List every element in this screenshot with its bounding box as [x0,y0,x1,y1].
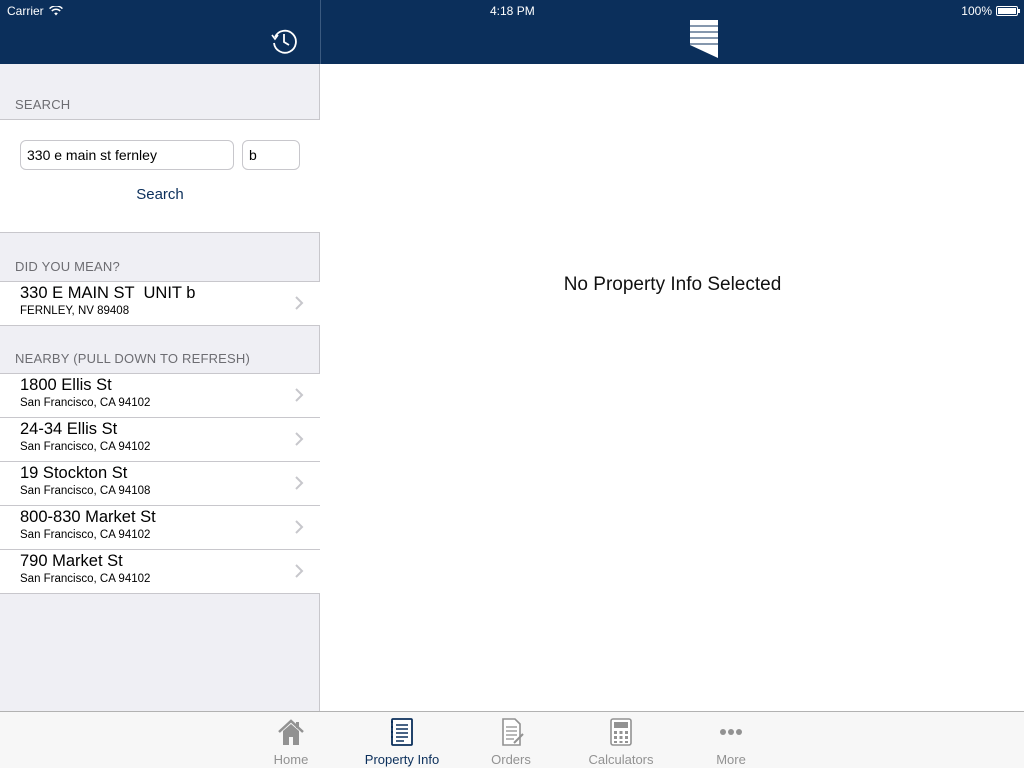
chevron-right-icon [295,520,304,534]
more-icon [720,729,742,735]
battery-label: 100% [961,4,992,18]
search-button[interactable]: Search [0,186,320,203]
tab-label: Home [273,752,309,767]
city-line: San Francisco, CA 94108 [20,485,151,497]
tab-bar: Home Property Info Orders Calculators Mo… [0,711,1024,768]
tab-calculators[interactable]: Calculators [573,717,669,767]
address-input[interactable] [20,140,234,170]
master-panel: SEARCH Search DID YOU MEAN? 330 E MAIN S… [0,64,320,712]
address-line: 24-34 Ellis St [20,420,118,438]
chevron-right-icon [295,564,304,578]
search-section-header: SEARCH [15,97,71,112]
address-line: 330 E MAIN ST UNIT b [20,284,196,302]
city-line: San Francisco, CA 94102 [20,397,151,409]
city-line: FERNLEY, NV 89408 [20,305,130,317]
city-line: San Francisco, CA 94102 [20,529,151,541]
tab-home[interactable]: Home [243,717,339,767]
home-icon [278,719,304,745]
battery-icon [996,6,1020,16]
nearby-list: 1800 Ellis St San Francisco, CA 94102 24… [0,373,320,594]
tab-label: Orders [491,752,531,767]
chevron-right-icon [295,296,304,310]
did-you-mean-header: DID YOU MEAN? [15,259,120,274]
empty-state-message: No Property Info Selected [563,274,782,295]
app-logo-icon [690,20,718,58]
status-time: 4:18 PM [490,4,535,18]
list-item[interactable]: 800-830 Market St San Francisco, CA 9410… [0,506,320,550]
history-clock-icon[interactable] [270,27,298,55]
wifi-icon [48,6,63,16]
city-line: San Francisco, CA 94102 [20,441,151,453]
calculator-icon [610,718,632,746]
tab-more[interactable]: More [683,717,779,767]
list-item[interactable]: 790 Market St San Francisco, CA 94102 [0,550,320,594]
address-line: 790 Market St [20,552,123,570]
list-item[interactable]: 19 Stockton St San Francisco, CA 94108 [0,462,320,506]
address-line: 1800 Ellis St [20,376,112,394]
unit-input[interactable] [242,140,300,170]
chevron-right-icon [295,476,304,490]
property-info-icon [391,718,413,746]
tab-label: Calculators [588,752,654,767]
chevron-right-icon [295,388,304,402]
address-line: 800-830 Market St [20,508,156,526]
carrier-label: Carrier [7,4,44,18]
list-item[interactable]: 1800 Ellis St San Francisco, CA 94102 [0,374,320,418]
tab-label: Property Info [364,752,440,767]
tab-orders[interactable]: Orders [463,717,559,767]
city-line: San Francisco, CA 94102 [20,573,151,585]
did-you-mean-list: 330 E MAIN ST UNIT b FERNLEY, NV 89408 [0,281,320,326]
search-form: Search [0,119,320,233]
status-battery: 100% [961,4,1020,18]
chevron-right-icon [295,432,304,446]
orders-icon [502,718,524,746]
status-carrier: Carrier [7,4,63,18]
navigation-bar: Carrier 4:18 PM 100% [0,0,1024,64]
tab-property-info[interactable]: Property Info [354,717,450,767]
list-item[interactable]: 24-34 Ellis St San Francisco, CA 94102 [0,418,320,462]
tab-label: More [716,752,746,767]
nearby-header: NEARBY (PULL DOWN TO REFRESH) [15,351,251,366]
split-divider [320,0,321,64]
address-line: 19 Stockton St [20,464,128,482]
list-item[interactable]: 330 E MAIN ST UNIT b FERNLEY, NV 89408 [0,282,320,326]
